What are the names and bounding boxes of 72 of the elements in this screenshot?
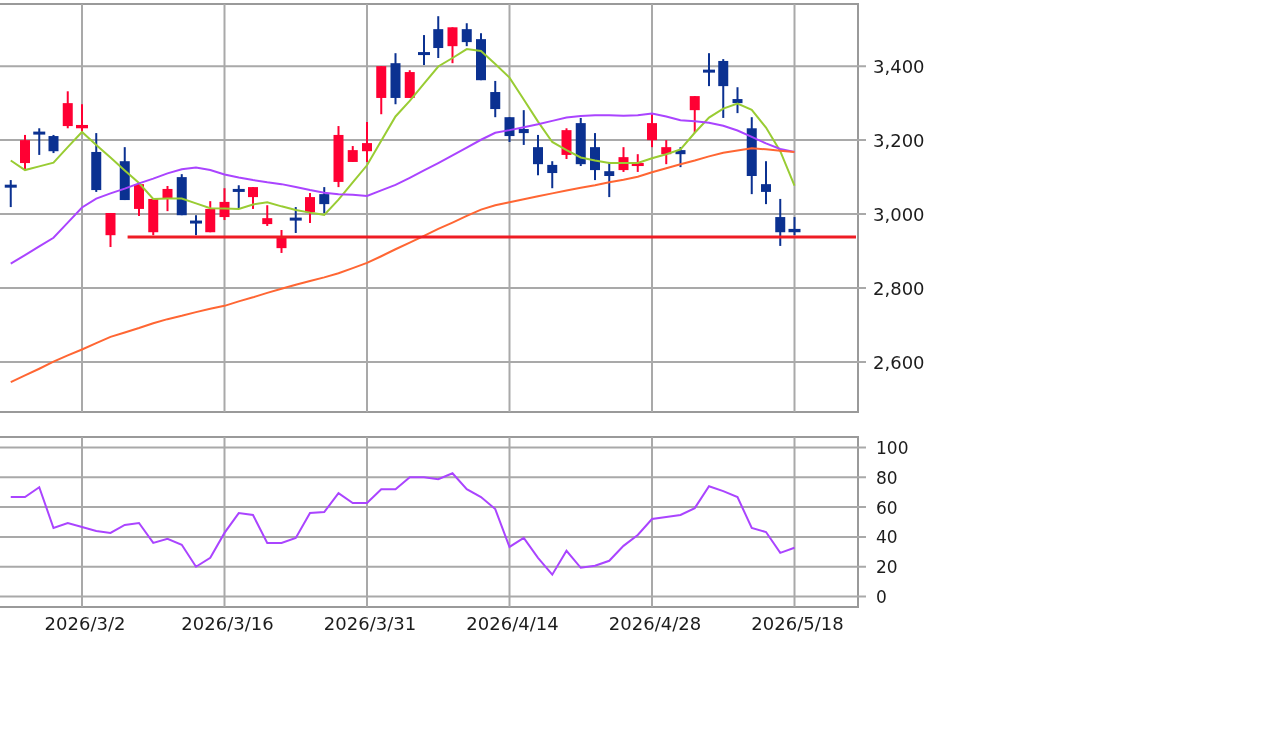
candlestick	[718, 59, 729, 118]
candlestick	[504, 117, 515, 142]
candlestick	[618, 147, 629, 172]
candlestick	[148, 198, 159, 236]
candlestick	[248, 187, 258, 209]
candlestick	[205, 201, 216, 233]
axis-label: 2026/5/18	[751, 613, 844, 634]
axis-label: 40	[876, 527, 898, 548]
candlestick	[761, 161, 771, 205]
axis-label: 0	[876, 587, 887, 608]
candlestick	[105, 213, 116, 247]
candlestick	[305, 193, 315, 223]
candlestick	[190, 215, 202, 236]
axis-label: 80	[876, 467, 898, 488]
candlestick	[590, 133, 600, 181]
candlestick	[276, 230, 287, 253]
candlestick	[561, 128, 572, 159]
candlestick	[703, 53, 715, 87]
candlestick	[775, 198, 786, 246]
candlestick	[433, 16, 444, 58]
candlestick	[732, 87, 743, 114]
axis-label: 3,400	[873, 55, 925, 77]
axis-label: 20	[876, 557, 898, 578]
candlestick	[675, 147, 686, 168]
candlestick	[48, 134, 59, 154]
candlestick	[661, 140, 672, 165]
axis-label: 2026/4/28	[608, 613, 702, 634]
axis-label: 2026/3/31	[323, 613, 417, 634]
candlestick	[219, 188, 230, 220]
candlestick	[461, 23, 472, 47]
candlestick	[647, 113, 657, 148]
candlestick	[176, 174, 187, 216]
candlestick	[788, 217, 801, 236]
candlestick	[33, 128, 46, 155]
candlestick	[347, 146, 358, 162]
candlestick	[547, 161, 558, 189]
candlestick	[232, 185, 245, 209]
candlestick	[418, 35, 430, 66]
candlestick	[319, 187, 330, 213]
candlestick	[289, 207, 302, 233]
candlestick	[490, 80, 501, 118]
candlestick	[518, 110, 529, 145]
candlestick	[62, 91, 73, 129]
axis-label: 2,800	[873, 277, 925, 299]
axis-label: 2,600	[873, 351, 925, 373]
candlestick	[376, 66, 387, 115]
candlestick	[390, 53, 401, 105]
candlestick	[404, 70, 415, 98]
candlestick	[631, 154, 644, 172]
axis-label: 2026/3/2	[44, 613, 126, 634]
axis-label: 60	[876, 497, 898, 518]
axis-label: 2026/3/16	[181, 613, 274, 634]
candlestick	[262, 205, 273, 226]
axis-label: 2026/4/14	[466, 613, 559, 634]
candlestick	[20, 134, 30, 171]
candlestick	[362, 122, 372, 162]
candlestick	[533, 134, 543, 176]
candlestick	[134, 184, 144, 216]
candlestick	[604, 161, 615, 198]
candlestick	[689, 96, 700, 134]
candlestick	[333, 126, 344, 188]
candlestick	[447, 27, 458, 64]
candlestick	[162, 186, 173, 212]
axis-label: 3,200	[873, 129, 925, 151]
candlestick	[4, 180, 17, 208]
candlestick	[91, 133, 102, 192]
candlestick	[575, 117, 586, 166]
candlestick	[76, 104, 88, 134]
candlestick	[119, 147, 130, 201]
axis-label: 3,000	[873, 203, 925, 225]
axis-label: 100	[876, 437, 909, 458]
candlestick	[476, 33, 486, 81]
